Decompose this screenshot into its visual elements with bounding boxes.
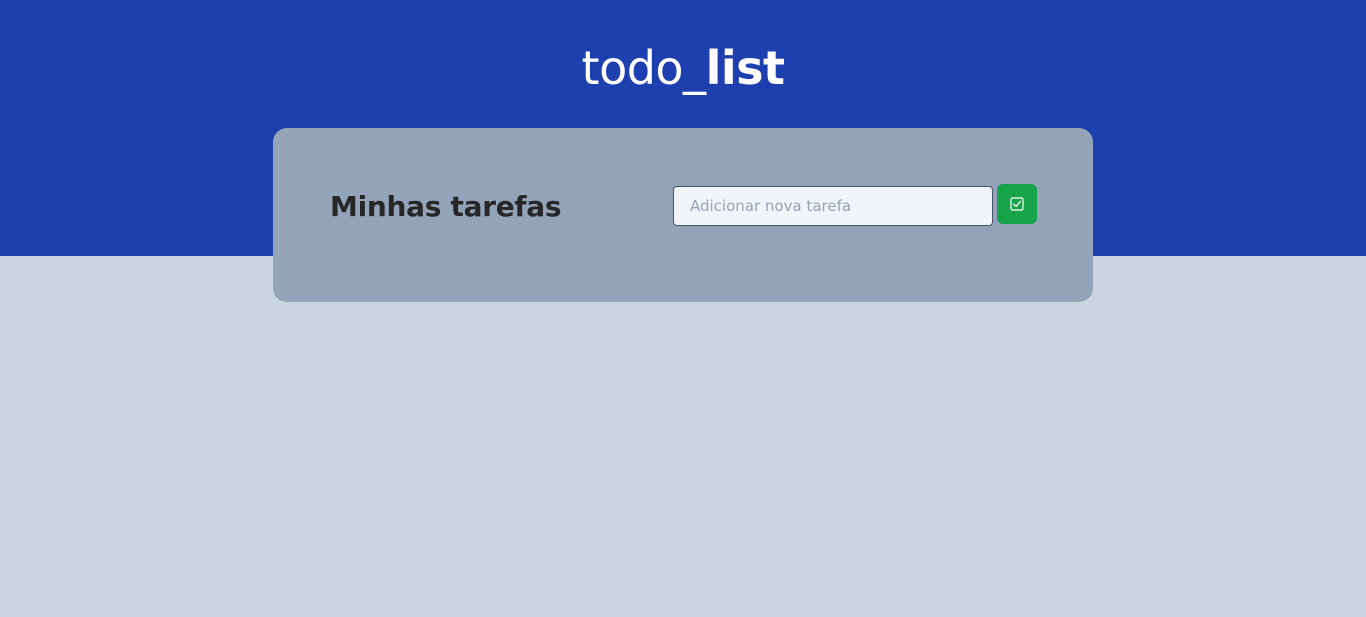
new-task-input[interactable]: [673, 186, 993, 226]
app-title-bold: list: [705, 41, 785, 95]
tasks-heading: Minhas tarefas: [330, 190, 562, 223]
app-title-regular: todo_: [581, 41, 707, 95]
app-title: todo_list: [0, 38, 1366, 98]
square-check-icon: [1010, 197, 1024, 211]
tasks-card: Minhas tarefas: [273, 128, 1093, 302]
add-task-button[interactable]: [997, 184, 1037, 224]
